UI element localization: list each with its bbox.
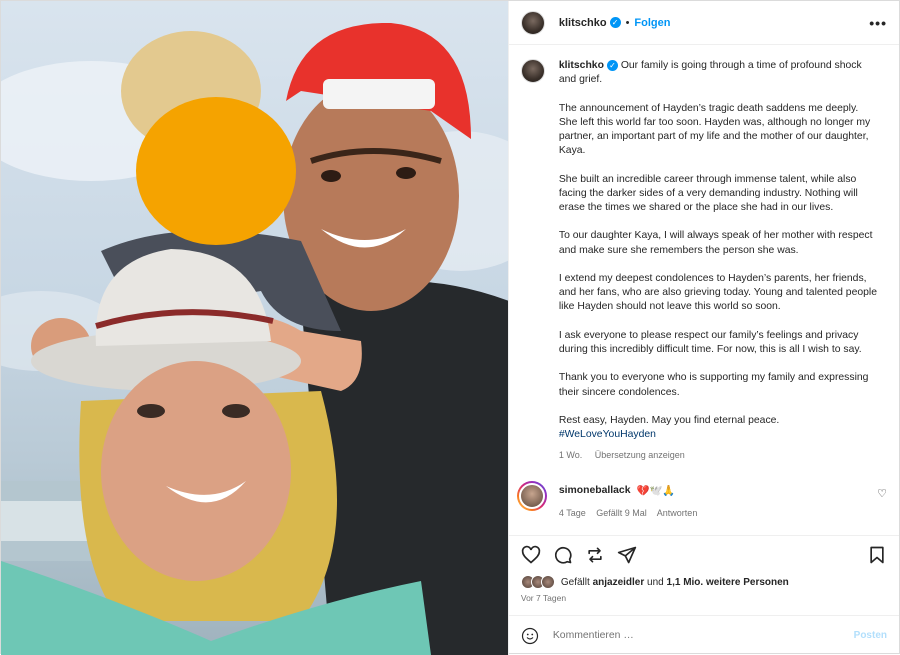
- comment-composer: Kommentieren … Posten: [508, 615, 899, 655]
- post-sidebar: klitschko ✓ • Folgen ••• klitschko ✓ Our …: [507, 1, 899, 655]
- comment-meta: 4 Tage Gefällt 9 Mal Antworten: [559, 508, 887, 518]
- follow-button[interactable]: Folgen: [634, 17, 670, 29]
- reply-button[interactable]: Antworten: [657, 508, 698, 518]
- caption: klitschko ✓ Our family is going through a…: [520, 59, 887, 463]
- caption-paragraph: I extend my deepest condolences to Hayde…: [558, 272, 877, 313]
- hashtag-link[interactable]: #WeLoveYouHayden: [559, 429, 656, 440]
- emoji-icon[interactable]: [521, 627, 539, 645]
- post-date: Vor 7 Tagen: [520, 593, 567, 603]
- verified-icon: ✓: [609, 17, 621, 28]
- likes-row: Gefällt anjazeidler und 1,1 Mio. weitere…: [509, 573, 899, 591]
- comment-time: 4 Tage: [558, 507, 586, 518]
- caption-meta: 1 Wo. Übersetzung anzeigen: [559, 448, 879, 462]
- caption-paragraph: The announcement of Hayden’s tragic deat…: [558, 102, 871, 157]
- author-username[interactable]: klitschko: [559, 17, 607, 29]
- caption-username[interactable]: klitschko: [559, 60, 604, 71]
- comment-icon[interactable]: [553, 545, 573, 565]
- comment-emojis: 💔🕊️🙏: [636, 485, 676, 497]
- comment-like-heart-icon[interactable]: ♡: [877, 487, 887, 500]
- likes-prefix: Gefällt: [560, 576, 590, 588]
- comment-likes[interactable]: Gefällt 9 Mal: [596, 508, 647, 518]
- caption-paragraph: Rest easy, Hayden. May you find eternal …: [558, 414, 780, 426]
- caption-paragraph: Thank you to everyone who is supporting …: [558, 372, 869, 398]
- more-icon[interactable]: •••: [869, 15, 887, 31]
- caption-paragraph: She built an incredible career through i…: [558, 173, 858, 213]
- instagram-post-window: klitschko ✓ • Folgen ••• klitschko ✓ Our …: [0, 0, 900, 655]
- photo-illustration: [1, 22, 508, 655]
- comment-item: simoneballack 💔🕊️🙏 ♡ 4 Tage Gefällt 9 Ma…: [516, 480, 887, 518]
- likes-count[interactable]: 1,1 Mio. weitere Personen: [667, 577, 789, 588]
- comments-area: klitschko ✓ Our family is going through a…: [509, 45, 899, 535]
- caption-paragraph: To our daughter Kaya, I will always spea…: [558, 230, 873, 256]
- caption-time[interactable]: 1 Wo.: [559, 450, 582, 460]
- commenter-username[interactable]: simoneballack: [559, 485, 631, 496]
- translate-link[interactable]: Übersetzung anzeigen: [595, 450, 685, 460]
- commenter-avatar[interactable]: [516, 480, 547, 511]
- comment-input[interactable]: Kommentieren …: [553, 630, 634, 641]
- caption-text: klitschko ✓ Our family is going through a…: [559, 59, 879, 463]
- post-comment-button[interactable]: Posten: [854, 630, 887, 641]
- likes-and: und: [647, 576, 664, 588]
- separator-dot: •: [625, 16, 630, 29]
- caption-avatar[interactable]: [520, 59, 545, 83]
- comment-text: simoneballack 💔🕊️🙏 ♡ 4 Tage Gefällt 9 Ma…: [559, 481, 887, 518]
- heart-icon[interactable]: [521, 545, 541, 565]
- bookmark-icon[interactable]: [867, 545, 887, 565]
- caption-paragraph: Our family is going through a time of pr…: [558, 60, 862, 86]
- liker-username[interactable]: anjazeidler: [593, 577, 645, 588]
- post-header: klitschko ✓ • Folgen •••: [508, 1, 899, 45]
- verified-icon: ✓: [606, 59, 618, 71]
- share-icon[interactable]: [617, 545, 637, 565]
- repost-icon[interactable]: [585, 545, 605, 565]
- post-photo[interactable]: [1, 1, 508, 655]
- author-avatar[interactable]: [520, 10, 545, 35]
- liker-avatars: [520, 575, 555, 589]
- caption-paragraph: I ask everyone to please respect our fam…: [558, 329, 862, 355]
- action-bar: [508, 535, 899, 573]
